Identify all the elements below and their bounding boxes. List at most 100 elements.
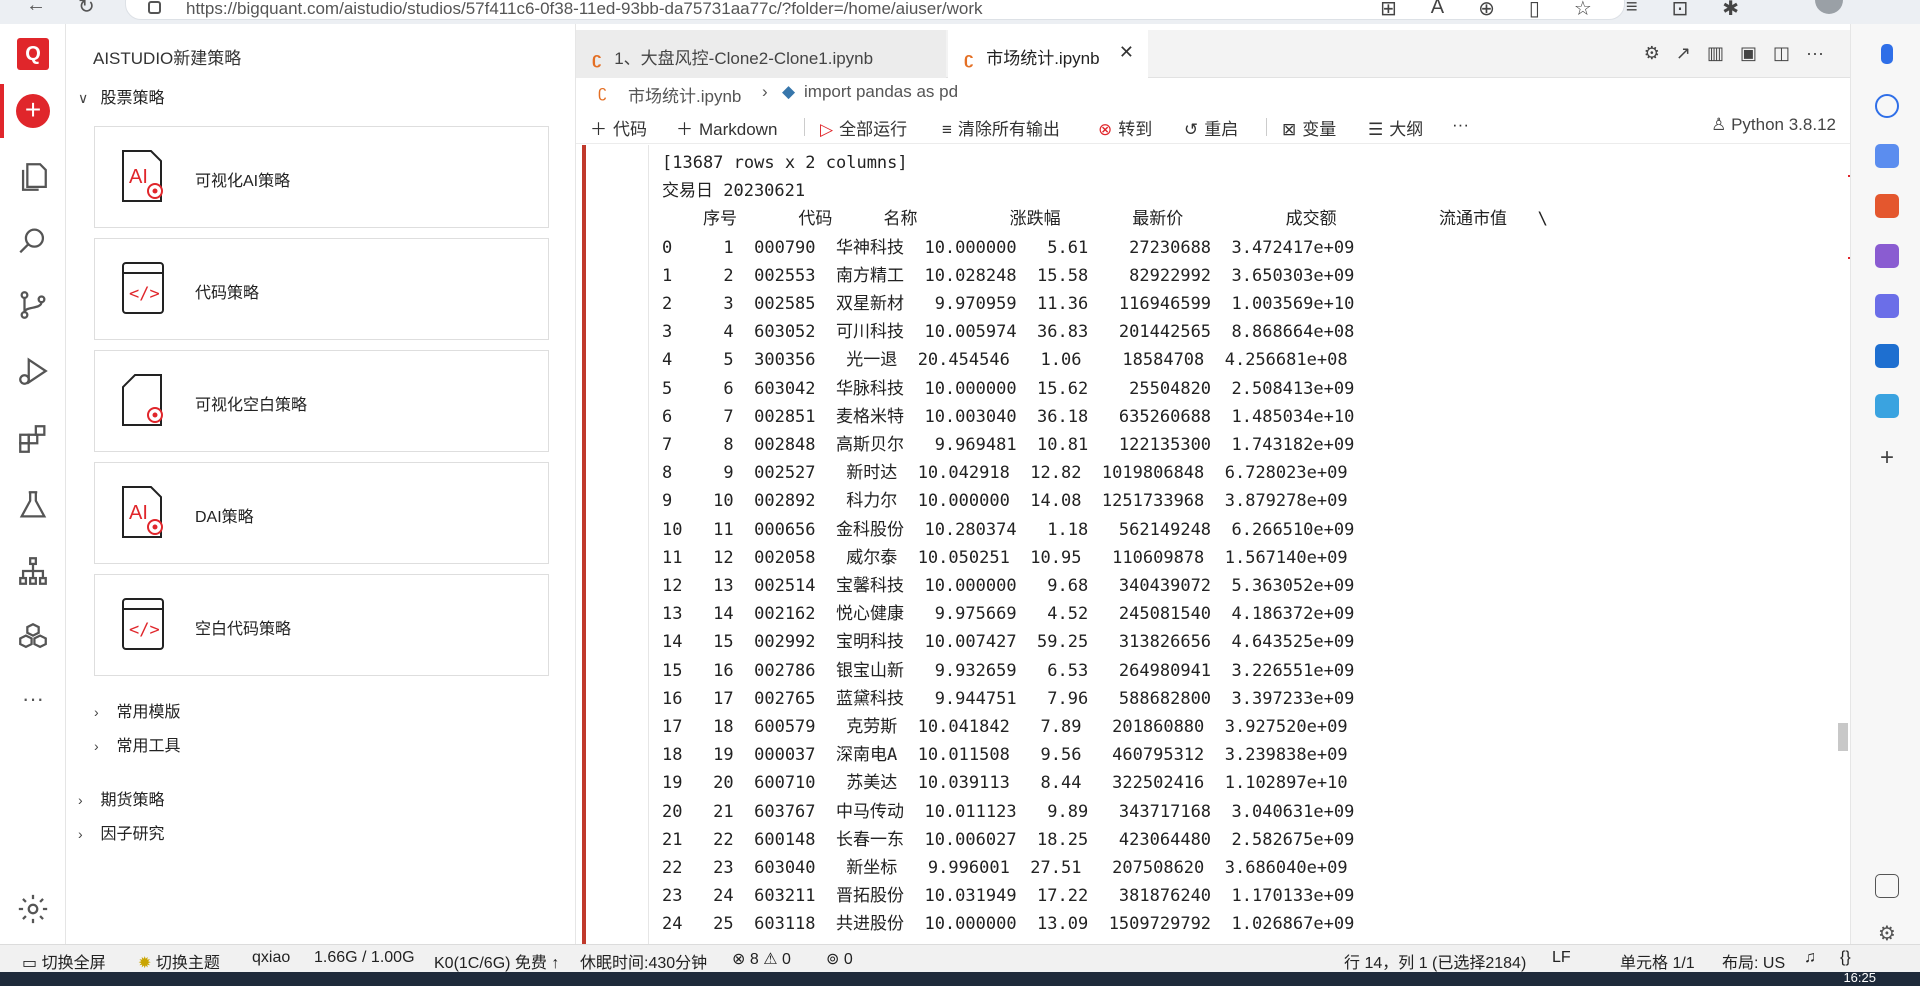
tree-factor-research[interactable]: › 因子研究 xyxy=(78,820,164,844)
table-row: 6 7 002851 麦格米特 10.003040 36.18 63526068… xyxy=(662,406,1355,427)
breadcrumb-symbol[interactable]: import pandas as pd xyxy=(804,82,958,102)
chevron-right-icon: › xyxy=(78,826,83,842)
table-row: 18 19 000037 深南电A 10.011508 9.56 4607953… xyxy=(662,745,1348,766)
url-text: https://bigquant.com/aistudio/studios/57… xyxy=(186,0,983,18)
apps-icon[interactable]: ⊞ xyxy=(1380,0,1397,21)
toggle-fullscreen[interactable]: ▭ 切换全屏 xyxy=(22,949,106,973)
editor-tabbar: ʗ 1、大盘风控-Clone2-Clone1.ipynb ʗ 市场统计.ipyn… xyxy=(576,30,1850,78)
office-icon[interactable] xyxy=(1875,294,1899,318)
status-cursor-position[interactable]: 行 14，列 1 (已选择2184) xyxy=(1344,949,1526,973)
add-markdown-button[interactable]: ＋ Markdown xyxy=(676,115,777,140)
more-actions-icon[interactable]: ··· xyxy=(1806,43,1824,64)
output-table-header: 序号 代码 名称 涨跌幅 最新价 成交额 流通市值 \ xyxy=(662,209,1548,230)
cell-gutter-line xyxy=(648,145,649,944)
split-editor-icon[interactable]: ◫ xyxy=(1773,43,1790,64)
new-strategy-button[interactable]: + xyxy=(16,94,50,128)
settings-gear-icon[interactable] xyxy=(16,892,50,926)
zoom-icon[interactable]: ⊕ xyxy=(1478,0,1495,21)
breadcrumb-file[interactable]: 市场统计.ipynb xyxy=(628,82,741,107)
chevron-right-icon: › xyxy=(762,82,768,101)
back-icon[interactable]: ← xyxy=(26,0,46,17)
close-tab-icon[interactable]: ✕ xyxy=(1119,42,1134,63)
toggle-theme[interactable]: ✹ 切换主题 xyxy=(138,949,220,973)
search-icon[interactable] xyxy=(16,224,50,258)
source-control-icon[interactable] xyxy=(16,288,50,322)
toolbar-more-icon[interactable]: ··· xyxy=(1452,115,1469,135)
extensions-icon[interactable] xyxy=(16,422,50,456)
collections-icon[interactable]: ⊡ xyxy=(1672,0,1689,21)
favorites-list-icon[interactable]: ≡ xyxy=(1626,0,1638,21)
code-strategy-icon: </> xyxy=(122,262,164,314)
sun-icon: ✹ xyxy=(138,955,156,972)
flask-icon[interactable] xyxy=(16,488,50,522)
profile-avatar[interactable] xyxy=(1815,0,1843,14)
clear-outputs-button[interactable]: ≡ 清除所有输出 xyxy=(942,115,1060,140)
restart-button[interactable]: ↺ 重启 xyxy=(1184,115,1238,140)
bar-chart-icon[interactable]: ▥ xyxy=(1707,43,1724,64)
outlook-icon[interactable] xyxy=(1875,344,1899,368)
add-code-button[interactable]: ＋代码 xyxy=(590,115,647,140)
files-icon[interactable] xyxy=(16,160,50,194)
tree-futures-strategies[interactable]: › 期货策略 xyxy=(78,786,164,810)
activity-bar: Q + ··· xyxy=(0,24,66,944)
tree-stock-strategies[interactable]: ∨ 股票策略 xyxy=(78,84,164,108)
run-all-button[interactable]: ▷ 全部运行 xyxy=(820,115,907,140)
image-icon[interactable]: ▣ xyxy=(1740,43,1757,64)
warning-icon: ⚠ xyxy=(758,951,782,968)
extensions-icon[interactable]: ✱ xyxy=(1722,0,1739,21)
games-icon[interactable] xyxy=(1875,244,1899,268)
outline-button[interactable]: ☰ 大纲 xyxy=(1368,115,1423,140)
card-code-strategy[interactable]: </> 代码策略 xyxy=(94,238,549,340)
table-row: 8 9 002527 新时达 10.042918 12.82 101980684… xyxy=(662,463,1348,484)
tab-market-stats-notebook[interactable]: ʗ 市场统计.ipynb ✕ xyxy=(948,30,1148,78)
table-row: 11 12 002058 威尔泰 10.050251 10.95 1106098… xyxy=(662,547,1348,568)
table-row: 19 20 600710 苏美达 10.039113 8.44 32250241… xyxy=(662,773,1348,794)
os-taskbar: 16:25 xyxy=(0,970,1920,986)
table-row: 5 6 603042 华脉科技 10.000000 15.62 25504820… xyxy=(662,378,1355,399)
variables-button[interactable]: ⊠ 变量 xyxy=(1282,115,1336,140)
status-eol[interactable]: LF xyxy=(1552,949,1571,967)
add-icon[interactable]: + xyxy=(1875,446,1899,470)
screenshot-icon[interactable] xyxy=(1875,874,1899,898)
settings-icon[interactable]: ⚙ xyxy=(1875,922,1899,946)
status-cell[interactable]: 单元格 1/1 xyxy=(1620,949,1695,973)
braces-icon[interactable]: {} xyxy=(1840,949,1851,967)
table-row: 14 15 002992 宝明科技 10.007427 59.25 313826… xyxy=(662,632,1355,653)
sidebar-title: AISTUDIO新建策略 xyxy=(93,49,242,68)
table-row: 15 16 002786 银宝山新 9.932659 6.53 26498094… xyxy=(662,660,1355,681)
split-icon[interactable]: ▯ xyxy=(1529,0,1540,21)
table-row: 10 11 000656 金科股份 10.280374 1.18 5621492… xyxy=(662,519,1355,540)
card-blank-code-strategy[interactable]: </> 空白代码策略 xyxy=(94,574,549,676)
goto-button[interactable]: ⊗ 转到 xyxy=(1098,115,1152,140)
copilot-icon[interactable] xyxy=(1881,44,1893,64)
brand-logo[interactable]: Q xyxy=(17,38,49,70)
card-dai-strategy[interactable]: AI DAI策略 xyxy=(94,462,549,564)
card-visual-ai-strategy[interactable]: AI 可视化AI策略 xyxy=(94,126,549,228)
dai-strategy-icon: AI xyxy=(122,486,163,538)
toolbox-icon[interactable] xyxy=(1875,194,1899,218)
share-icon[interactable]: ↗ xyxy=(1676,43,1691,64)
read-aloud-icon[interactable]: A xyxy=(1431,0,1444,21)
kernel-selector[interactable]: ♙ Python 3.8.12 xyxy=(1711,115,1836,135)
card-visual-blank-strategy[interactable]: 可视化空白策略 xyxy=(94,350,549,452)
status-problems[interactable]: ⊗ 8 ⚠ 0 xyxy=(732,949,791,969)
more-icon[interactable]: ··· xyxy=(16,686,50,720)
cubes-icon[interactable] xyxy=(16,620,50,654)
run-debug-icon[interactable] xyxy=(16,354,50,388)
status-ports[interactable]: ⊚ 0 xyxy=(826,949,853,969)
taskbar-clock: 16:25 xyxy=(1843,970,1876,985)
tree-tools[interactable]: › 常用工具 xyxy=(94,732,180,756)
status-kernel-quota[interactable]: K0(1C/6G) 免费 ↑ xyxy=(434,949,559,973)
tab-risk-control-notebook[interactable]: ʗ 1、大盘风控-Clone2-Clone1.ipynb xyxy=(576,30,946,78)
status-layout[interactable]: 布局: US xyxy=(1722,949,1785,973)
settings-icon[interactable]: ⚙ xyxy=(1644,43,1660,64)
favorite-icon[interactable]: ☆ xyxy=(1574,0,1592,21)
bell-icon[interactable]: ♫ xyxy=(1804,949,1816,967)
refresh-icon[interactable]: ↻ xyxy=(78,0,95,19)
tag-icon[interactable] xyxy=(1875,144,1899,168)
hierarchy-icon[interactable] xyxy=(16,554,50,588)
tree-templates[interactable]: › 常用模版 xyxy=(94,698,180,722)
drop-icon[interactable] xyxy=(1875,394,1899,418)
search-icon[interactable] xyxy=(1875,94,1899,118)
vertical-scrollbar-thumb[interactable] xyxy=(1838,723,1848,751)
